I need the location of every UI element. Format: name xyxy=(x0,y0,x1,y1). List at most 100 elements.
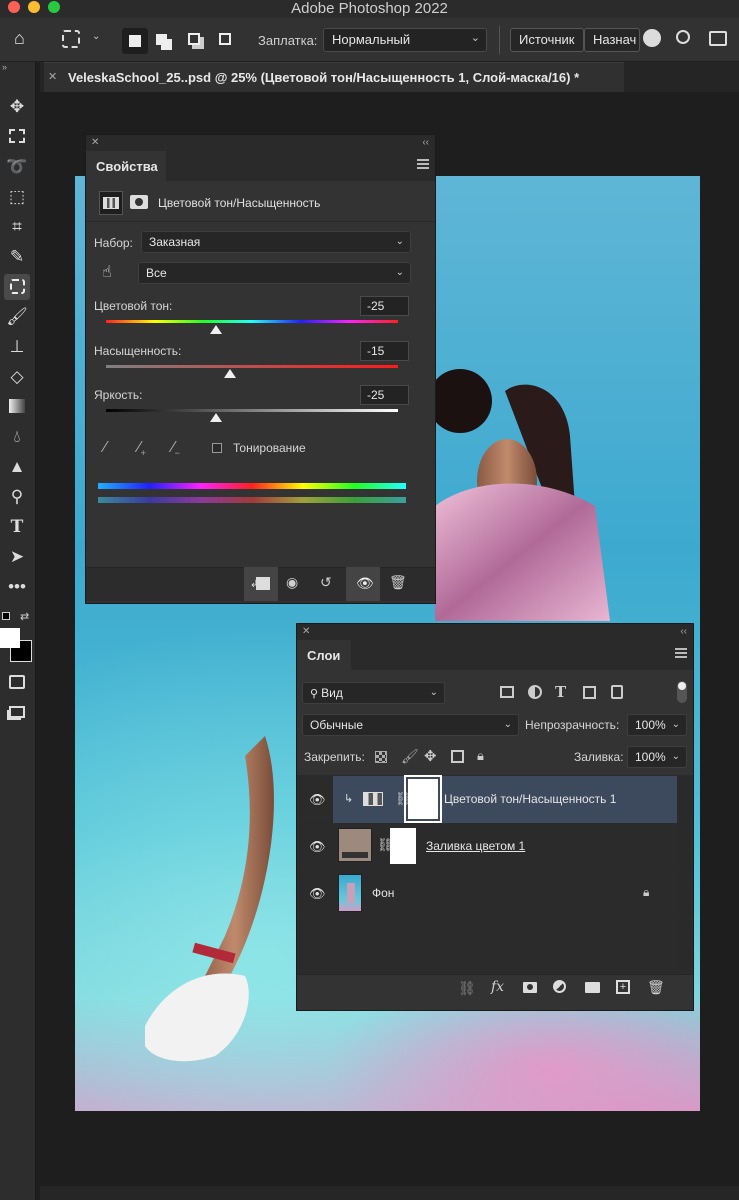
user-add-icon[interactable] xyxy=(643,29,661,47)
filter-shape-icon[interactable] xyxy=(583,686,596,699)
saturation-input[interactable]: -15 xyxy=(360,341,409,361)
patch-mode-select[interactable]: Нормальный ⌄ xyxy=(323,28,487,52)
source-button[interactable]: Источник xyxy=(510,28,584,52)
eraser-tool-icon[interactable]: ◇ xyxy=(4,364,30,390)
opacity-input[interactable]: 100% ⌄ xyxy=(627,714,687,736)
collapse-panel-icon[interactable]: ‹‹ xyxy=(680,626,687,637)
sharpen-tool-icon[interactable]: ▲ xyxy=(4,454,30,480)
intersect-selection-icon[interactable] xyxy=(219,33,231,45)
workspace-icon[interactable] xyxy=(709,31,727,46)
default-colors-icon[interactable] xyxy=(2,612,10,620)
eyedropper-minus-icon[interactable]: ⁄− xyxy=(172,439,180,458)
filter-pixel-icon[interactable] xyxy=(500,686,514,698)
close-panel-icon[interactable]: ✕ xyxy=(302,626,310,637)
layers-scrollbar[interactable] xyxy=(679,776,691,972)
targeted-adjustment-hand-icon[interactable]: ☝︎ xyxy=(102,262,112,282)
filter-smart-object-icon[interactable] xyxy=(611,685,623,699)
view-previous-state-icon[interactable]: ◉ xyxy=(286,574,298,591)
adjustment-icon-button[interactable] xyxy=(99,191,123,215)
saturation-slider-thumb[interactable] xyxy=(224,369,237,378)
chevron-down-icon[interactable]: ⌄ xyxy=(92,31,100,42)
collapse-panel-icon[interactable]: ‹‹ xyxy=(422,137,429,148)
link-layers-icon[interactable]: ⛓︎ xyxy=(458,980,476,997)
eyedropper-icon[interactable]: ⁄ xyxy=(104,439,107,457)
hue-input[interactable]: -25 xyxy=(360,296,409,316)
panel-menu-icon[interactable] xyxy=(417,159,429,169)
add-mask-icon[interactable] xyxy=(523,982,537,993)
tab-layers[interactable]: Слои xyxy=(297,640,351,670)
patch-tool-icon[interactable] xyxy=(62,30,80,48)
channel-select[interactable]: Все ⌄ xyxy=(138,262,411,284)
new-layer-icon[interactable]: + xyxy=(616,980,630,994)
marquee-tool-icon[interactable] xyxy=(4,124,30,150)
fill-input[interactable]: 100% ⌄ xyxy=(627,746,687,768)
hue-slider-thumb[interactable] xyxy=(209,325,222,334)
path-select-tool-icon[interactable]: ➤ xyxy=(4,544,30,570)
filter-type-icon[interactable]: T xyxy=(555,683,566,701)
stamp-tool-icon[interactable]: ⊥ xyxy=(4,334,30,360)
delete-adjustment-icon[interactable]: 🗑︎ xyxy=(389,574,407,591)
patch-tool-icon[interactable] xyxy=(4,274,30,300)
search-icon[interactable] xyxy=(676,30,690,44)
type-tool-icon[interactable]: T xyxy=(4,514,30,540)
swap-colors-icon[interactable]: ⇄ xyxy=(20,610,29,623)
layer-mask-thumbnail[interactable] xyxy=(390,828,416,864)
close-panel-icon[interactable]: ✕ xyxy=(91,137,99,148)
lock-position-icon[interactable]: ✥ xyxy=(424,747,437,765)
layer-row-background[interactable]: 👁︎ Фон 🔒︎ xyxy=(297,870,693,917)
collapse-toolbar-icon[interactable]: » xyxy=(2,62,7,72)
lock-paint-icon[interactable]: 🖌︎ xyxy=(401,748,419,765)
close-tab-icon[interactable]: ✕ xyxy=(48,70,57,83)
home-icon[interactable]: ⌂ xyxy=(14,28,25,49)
visibility-eye-icon[interactable]: 👁︎ xyxy=(309,839,326,855)
new-adjustment-layer-icon[interactable] xyxy=(553,980,566,993)
toggle-visibility-button[interactable]: 👁︎ xyxy=(346,567,380,601)
preset-select[interactable]: Заказная ⌄ xyxy=(141,231,411,253)
colorize-checkbox[interactable] xyxy=(212,443,222,453)
layer-row-hue-saturation[interactable]: 👁︎ ↳ ⛓︎ Цветовой тон/Насыщенность 1 xyxy=(297,775,693,823)
lightness-slider-track[interactable] xyxy=(106,409,398,412)
quick-mask-icon[interactable] xyxy=(4,670,30,696)
object-select-tool-icon[interactable]: ⬚ xyxy=(4,184,30,210)
filter-adjustment-icon[interactable] xyxy=(528,685,542,699)
add-selection-icon[interactable] xyxy=(156,34,167,45)
screen-mode-icon[interactable] xyxy=(4,700,30,726)
clip-to-layer-button[interactable]: ↲ xyxy=(244,567,278,601)
delete-layer-icon[interactable]: 🗑︎ xyxy=(647,979,665,996)
layer-filter-select[interactable]: ⚲ Вид ⌄ xyxy=(302,682,445,704)
eyedropper-plus-icon[interactable]: ⁄+ xyxy=(138,439,146,458)
tab-properties[interactable]: Свойства xyxy=(86,151,166,181)
foreground-color-swatch[interactable] xyxy=(0,628,20,648)
new-selection-icon[interactable] xyxy=(122,28,148,54)
filter-toggle-switch[interactable] xyxy=(677,681,687,703)
crop-tool-icon[interactable]: ⌗ xyxy=(4,214,30,240)
layer-mask-thumbnail[interactable] xyxy=(404,775,442,823)
dodge-tool-icon[interactable]: ⚲ xyxy=(4,484,30,510)
color-fill-thumbnail[interactable] xyxy=(338,828,372,862)
visibility-eye-icon[interactable]: 👁︎ xyxy=(309,886,326,902)
mask-icon-button[interactable] xyxy=(130,195,148,209)
lock-artboard-icon[interactable] xyxy=(451,750,464,763)
lasso-tool-icon[interactable]: ➰ xyxy=(4,154,30,180)
new-group-icon[interactable] xyxy=(585,982,600,993)
blend-mode-select[interactable]: Обычные ⌄ xyxy=(302,714,519,736)
more-tools-icon[interactable]: ••• xyxy=(4,574,30,600)
reset-adjustment-icon[interactable]: ↺ xyxy=(320,574,332,591)
subtract-selection-icon[interactable] xyxy=(188,33,200,45)
blur-tool-icon[interactable]: 💧︎ xyxy=(4,424,30,450)
background-layer-thumbnail[interactable] xyxy=(338,874,362,912)
hue-slider-track[interactable] xyxy=(106,320,398,323)
destination-button[interactable]: Назнач xyxy=(584,28,640,52)
lock-transparent-icon[interactable] xyxy=(375,751,387,763)
lock-all-icon[interactable]: 🔒︎ xyxy=(477,748,484,764)
document-tab[interactable]: ✕ VeleskaSchool_25..psd @ 25% (Цветовой … xyxy=(44,62,624,92)
gradient-tool-icon[interactable] xyxy=(4,394,30,420)
visibility-eye-icon[interactable]: 👁︎ xyxy=(309,792,326,808)
panel-menu-icon[interactable] xyxy=(675,648,687,658)
lightness-input[interactable]: -25 xyxy=(360,385,409,405)
layer-style-fx-icon[interactable]: fx xyxy=(491,979,504,995)
move-tool-icon[interactable]: ✥ xyxy=(4,94,30,120)
eyedropper-tool-icon[interactable]: ✎ xyxy=(4,244,30,270)
layer-row-color-fill[interactable]: 👁︎ ⛓︎ Заливка цветом 1 xyxy=(297,823,693,870)
brush-tool-icon[interactable]: 🖌︎ xyxy=(4,304,30,330)
